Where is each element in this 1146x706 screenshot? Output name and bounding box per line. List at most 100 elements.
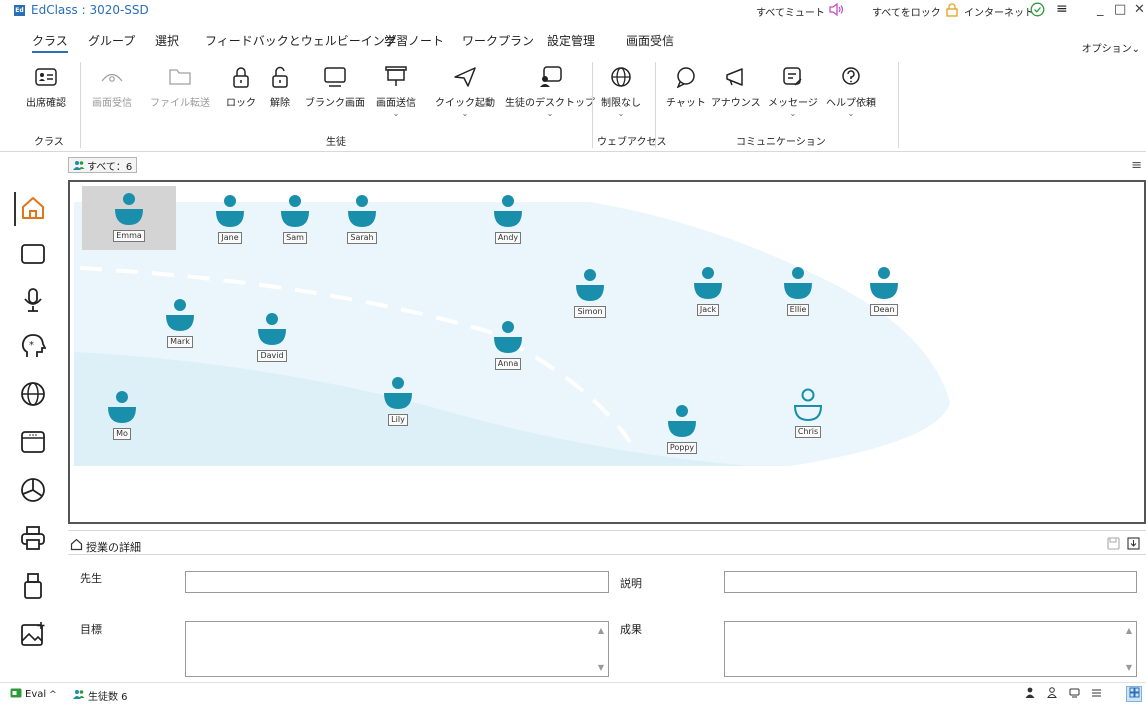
student-online-icon <box>783 266 813 303</box>
scroll-down-icon[interactable]: ▼ <box>598 663 604 672</box>
student-seat[interactable]: Sarah <box>332 194 392 264</box>
attendance-button[interactable]: 出席確認 <box>26 64 66 109</box>
student-seat[interactable]: David <box>242 312 302 382</box>
student-seat[interactable]: Andy <box>478 194 538 264</box>
description-label: 説明 <box>620 577 642 590</box>
sidebar-gallery[interactable] <box>18 620 48 650</box>
screen-send-button[interactable]: 画面送信 ⌄ <box>376 64 416 118</box>
sidebar-devices[interactable] <box>18 572 48 602</box>
sidebar-print[interactable] <box>18 524 48 554</box>
padlock-icon[interactable] <box>946 3 958 20</box>
student-seat[interactable]: Jane <box>200 194 260 264</box>
tab-select[interactable]: 選択 <box>155 32 179 49</box>
close-button[interactable]: ✕ <box>1134 2 1145 17</box>
screen-receive-button[interactable]: 画面受信 <box>92 64 132 109</box>
group-users-icon <box>73 689 85 702</box>
help-request-button[interactable]: ヘルプ依頼 ⌄ <box>826 64 876 118</box>
tab-group[interactable]: グループ <box>88 32 135 49</box>
group-label-students: 生徒 <box>326 137 346 148</box>
description-field[interactable] <box>724 571 1137 593</box>
sidebar-home[interactable] <box>18 194 48 224</box>
save-icon[interactable] <box>1107 537 1120 553</box>
student-seat[interactable]: Dean <box>854 266 914 336</box>
sidebar-wellbeing[interactable]: * <box>18 332 48 362</box>
title-bar: Ed EdClass : 3020-SSD すべてミュート すべてをロック イン… <box>0 0 1146 20</box>
mute-all-button[interactable]: すべてミュート <box>756 4 825 19</box>
options-label: オプション <box>1081 44 1132 55</box>
student-seat[interactable]: Ellie <box>768 266 828 336</box>
lock-all-button[interactable]: すべてをロック <box>872 4 941 19</box>
classroom-seating-area[interactable]: Emma Jane Sam Sarah Andy Simon Jack Ellie Dean Ma… <box>68 180 1146 524</box>
scroll-up-icon[interactable]: ▲ <box>598 626 604 635</box>
usb-drive-icon <box>22 572 44 603</box>
minimize-button[interactable]: _ <box>1097 2 1104 17</box>
hamburger-icon[interactable]: ≡ <box>1131 158 1142 173</box>
tab-screen-receive[interactable]: 画面受信 <box>626 32 674 49</box>
student-seat[interactable]: Emma <box>82 186 176 250</box>
student-seat[interactable]: Lily <box>368 376 428 446</box>
student-online-icon <box>215 194 245 231</box>
tab-workplan[interactable]: ワークプラン <box>462 32 534 49</box>
view-thumbnail-button[interactable] <box>1066 686 1082 702</box>
student-seat[interactable]: Poppy <box>652 404 712 474</box>
student-name: Simon <box>574 306 606 318</box>
student-seat[interactable]: Mo <box>92 390 152 460</box>
toolbar-menu-icon[interactable]: ≡ <box>1056 1 1068 17</box>
folder-icon <box>167 64 193 90</box>
student-seat[interactable]: Sam <box>265 194 325 264</box>
speaker-icon[interactable] <box>829 2 845 19</box>
tab-learning-note[interactable]: 学習ノート <box>384 32 444 49</box>
student-name: Sam <box>283 232 307 244</box>
lock-button[interactable]: ロック <box>226 64 256 109</box>
unlock-button[interactable]: 解除 <box>267 64 293 109</box>
internet-button[interactable]: インターネット <box>964 4 1034 19</box>
eval-badge[interactable]: Eval ^ <box>10 688 57 701</box>
screen-send-label: 画面送信 <box>376 98 416 109</box>
student-online-icon <box>257 312 287 349</box>
export-icon[interactable] <box>1127 537 1140 553</box>
file-transfer-button[interactable]: ファイル転送 <box>150 64 210 109</box>
screen-receive-label: 画面受信 <box>92 98 132 109</box>
options-menu[interactable]: オプション⌄ <box>1082 40 1140 55</box>
check-circle-icon[interactable] <box>1030 2 1045 20</box>
maximize-button[interactable]: □ <box>1114 2 1126 17</box>
sidebar-reports[interactable] <box>18 476 48 506</box>
window-title: EdClass : 3020-SSD <box>31 3 149 17</box>
tab-feedback[interactable]: フィードバックとウェルビーイング <box>205 32 397 49</box>
ribbon-divider <box>80 62 81 148</box>
list-icon <box>1091 688 1102 701</box>
goal-textarea[interactable]: ▲ ▼ <box>185 621 609 677</box>
chat-button[interactable]: チャット <box>666 64 706 109</box>
scroll-down-icon[interactable]: ▼ <box>1126 663 1132 672</box>
view-grid-button[interactable] <box>1126 686 1142 702</box>
sidebar-screen[interactable] <box>18 240 48 270</box>
student-seat[interactable]: Mark <box>150 298 210 368</box>
tab-settings[interactable]: 設定管理 <box>547 32 595 49</box>
student-desktop-button[interactable]: 生徒のデスクトップ ⌄ <box>505 64 595 118</box>
student-seat[interactable]: Chris <box>778 388 838 458</box>
sidebar-audio[interactable] <box>18 286 48 316</box>
view-online-button[interactable] <box>1022 686 1038 702</box>
announce-button[interactable]: アナウンス <box>711 64 761 109</box>
blank-screen-button[interactable]: ブランク画面 <box>305 64 365 109</box>
view-all-button[interactable] <box>1044 686 1060 702</box>
student-name: Sarah <box>347 232 377 244</box>
view-list-button[interactable] <box>1088 686 1104 702</box>
student-online-icon <box>493 320 523 357</box>
no-restriction-button[interactable]: 制限なし ⌄ <box>601 64 641 118</box>
teacher-field[interactable] <box>185 571 609 593</box>
scroll-up-icon[interactable]: ▲ <box>1126 626 1132 635</box>
result-textarea[interactable]: ▲ ▼ <box>724 621 1137 677</box>
message-button[interactable]: メッセージ ⌄ <box>768 64 818 118</box>
student-name: Mark <box>167 336 193 348</box>
sidebar-web[interactable] <box>18 380 48 410</box>
student-name: Emma <box>113 230 145 242</box>
quick-launch-button[interactable]: クイック起動 ⌄ <box>435 64 495 118</box>
sidebar-apps[interactable] <box>18 428 48 458</box>
home-icon <box>20 195 46 224</box>
student-seat[interactable]: Jack <box>678 266 738 336</box>
group-all-chip[interactable]: すべて：6 <box>68 157 138 173</box>
student-seat[interactable]: Anna <box>478 320 538 390</box>
tab-class[interactable]: クラス <box>32 32 68 53</box>
student-seat[interactable]: Simon <box>560 268 620 338</box>
